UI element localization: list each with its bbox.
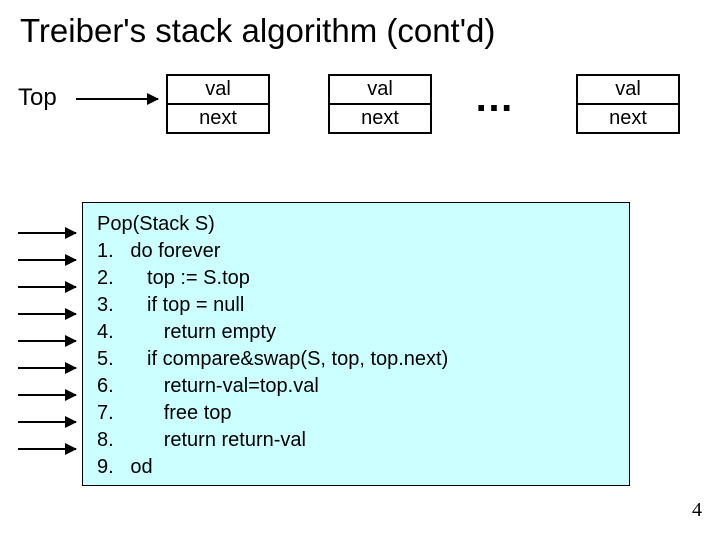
node-val-cell: val (578, 76, 678, 103)
arrow-icon (18, 259, 76, 261)
code-line: 1. do forever (97, 238, 615, 265)
code-line: Pop(Stack S) (97, 211, 615, 238)
stack-node: val next (166, 74, 270, 134)
code-line: 8. return return-val (97, 427, 615, 454)
code-line: 4. return empty (97, 319, 615, 346)
page-number: 4 (692, 499, 702, 522)
stack-node: val next (328, 74, 432, 134)
stack-node: val next (576, 74, 680, 134)
code-line: 7. free top (97, 400, 615, 427)
node-next-cell: next (578, 103, 678, 132)
ellipsis-icon: … (474, 78, 514, 118)
arrow-icon (18, 286, 76, 288)
arrow-icon (18, 340, 76, 342)
code-line: 6. return-val=top.val (97, 373, 615, 400)
arrow-icon (18, 313, 76, 315)
node-next-cell: next (168, 103, 268, 132)
arrow-icon (18, 367, 76, 369)
pseudocode-box: Pop(Stack S) 1. do forever 2. top := S.t… (82, 202, 630, 486)
code-line: 2. top := S.top (97, 265, 615, 292)
node-val-cell: val (330, 76, 430, 103)
top-pointer-label: Top (18, 84, 57, 112)
arrow-icon (18, 448, 76, 450)
code-line: 5. if compare&swap(S, top, top.next) (97, 346, 615, 373)
node-next-cell: next (330, 103, 430, 132)
arrow-icon (18, 394, 76, 396)
slide-title: Treiber's stack algorithm (cont'd) (0, 0, 720, 50)
code-line: 9. od (97, 454, 615, 481)
code-line: 3. if top = null (97, 292, 615, 319)
arrow-icon (18, 232, 76, 234)
arrow-icon (18, 421, 76, 423)
node-val-cell: val (168, 76, 268, 103)
linked-list-diagram: Top val next val next … val next (18, 70, 708, 160)
arrow-icon (76, 98, 158, 100)
code-step-arrows (18, 232, 78, 475)
